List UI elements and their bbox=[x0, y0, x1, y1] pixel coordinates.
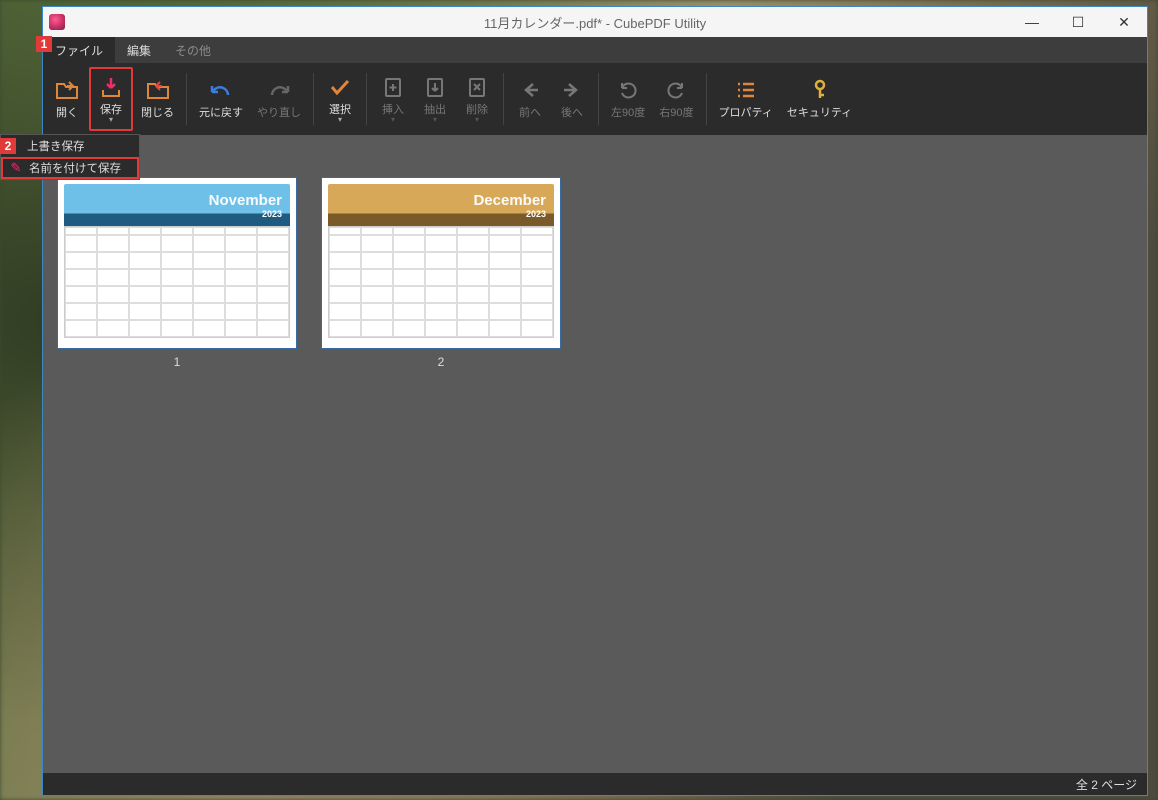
security-label: セキュリティ bbox=[787, 104, 852, 120]
key-icon bbox=[806, 78, 834, 102]
minimize-button[interactable]: — bbox=[1009, 7, 1055, 37]
redo-icon bbox=[265, 78, 293, 102]
edit-icon: ✎ bbox=[9, 161, 23, 175]
save-button[interactable]: 保存 ▾ bbox=[89, 67, 133, 131]
ribbon-separator bbox=[706, 73, 707, 125]
year-label: 2023 bbox=[262, 209, 282, 219]
overwrite-label: 上書き保存 bbox=[27, 138, 85, 154]
close-file-button[interactable]: 閉じる bbox=[135, 67, 180, 131]
undo-button[interactable]: 元に戻す bbox=[193, 67, 249, 131]
save-icon bbox=[97, 75, 125, 99]
arrow-left-icon bbox=[516, 78, 544, 102]
prev-button: 前へ bbox=[510, 67, 550, 131]
rotate-left-icon bbox=[614, 78, 642, 102]
page-thumb-2[interactable]: December 2023 2 bbox=[321, 177, 561, 369]
rotate-right-icon bbox=[662, 78, 690, 102]
dropdown-caret-icon: ▾ bbox=[433, 117, 437, 123]
menu-file[interactable]: ファイル bbox=[43, 37, 115, 63]
window-title: 11月カレンダー.pdf* - CubePDF Utility bbox=[43, 13, 1147, 32]
rotate-left-button: 左90度 bbox=[605, 67, 651, 131]
ribbon-separator bbox=[366, 73, 367, 125]
dropdown-caret-icon: ▾ bbox=[475, 117, 479, 123]
dropdown-caret-icon: ▾ bbox=[338, 117, 342, 123]
app-icon bbox=[49, 14, 65, 30]
select-button[interactable]: 選択 ▾ bbox=[320, 67, 360, 131]
page-count: 全 2 ページ bbox=[1076, 776, 1137, 793]
undo-label: 元に戻す bbox=[199, 104, 243, 120]
menu-other[interactable]: その他 bbox=[163, 37, 223, 63]
security-button[interactable]: セキュリティ bbox=[781, 67, 858, 131]
properties-button[interactable]: プロパティ bbox=[713, 67, 779, 131]
ribbon-separator bbox=[503, 73, 504, 125]
calendar-grid bbox=[328, 226, 554, 338]
annotation-2: 2 bbox=[0, 138, 16, 154]
ribbon-separator bbox=[313, 73, 314, 125]
insert-icon bbox=[379, 75, 407, 99]
arrow-right-icon bbox=[558, 78, 586, 102]
maximize-button[interactable]: ☐ bbox=[1055, 7, 1101, 37]
year-label: 2023 bbox=[526, 209, 546, 219]
annotation-1: 1 bbox=[36, 36, 52, 52]
rotate-right-label: 右90度 bbox=[659, 104, 693, 120]
delete-button[interactable]: 削除 ▾ bbox=[457, 67, 497, 131]
open-button[interactable]: 開く bbox=[47, 67, 87, 131]
ribbon-separator bbox=[186, 73, 187, 125]
folder-open-icon bbox=[53, 78, 81, 102]
folder-close-icon bbox=[144, 78, 172, 102]
extract-button[interactable]: 抽出 ▾ bbox=[415, 67, 455, 131]
delete-icon bbox=[463, 75, 491, 99]
dropdown-caret-icon: ▾ bbox=[109, 117, 113, 123]
calendar-grid bbox=[64, 226, 290, 338]
redo-label: やり直し bbox=[257, 104, 301, 120]
properties-label: プロパティ bbox=[719, 104, 773, 120]
extract-icon bbox=[421, 75, 449, 99]
check-icon bbox=[326, 75, 354, 99]
overwrite-save-item[interactable]: ⭳ 上書き保存 bbox=[1, 135, 139, 157]
rotate-left-label: 左90度 bbox=[611, 104, 645, 120]
month-label: November bbox=[209, 192, 282, 209]
page-number: 2 bbox=[438, 355, 445, 369]
menu-bar: ファイル 編集 その他 bbox=[43, 37, 1147, 63]
close-button[interactable]: ✕ bbox=[1101, 7, 1147, 37]
list-icon bbox=[732, 78, 760, 102]
page-thumb-1[interactable]: November 2023 1 bbox=[57, 177, 297, 369]
close-file-label: 閉じる bbox=[141, 104, 174, 120]
open-label: 開く bbox=[56, 104, 78, 120]
app-window: 11月カレンダー.pdf* - CubePDF Utility — ☐ ✕ ファ… bbox=[42, 6, 1148, 796]
page-number: 1 bbox=[174, 355, 181, 369]
save-dropdown: ⭳ 上書き保存 ✎ 名前を付けて保存 bbox=[0, 134, 140, 180]
rotate-right-button: 右90度 bbox=[653, 67, 699, 131]
ribbon-toolbar: 開く 保存 ▾ 閉じる 元に戻す やり直し bbox=[43, 63, 1147, 135]
insert-button[interactable]: 挿入 ▾ bbox=[373, 67, 413, 131]
month-label: December bbox=[473, 192, 546, 209]
prev-label: 前へ bbox=[519, 104, 541, 120]
status-bar: 全 2 ページ bbox=[43, 773, 1147, 795]
undo-icon bbox=[207, 78, 235, 102]
next-label: 後へ bbox=[561, 104, 583, 120]
next-button: 後へ bbox=[552, 67, 592, 131]
content-area: November 2023 1 bbox=[43, 135, 1147, 773]
menu-edit[interactable]: 編集 bbox=[115, 37, 163, 63]
save-as-item[interactable]: ✎ 名前を付けて保存 bbox=[1, 157, 139, 179]
redo-button: やり直し bbox=[251, 67, 307, 131]
save-as-label: 名前を付けて保存 bbox=[29, 160, 121, 176]
title-bar[interactable]: 11月カレンダー.pdf* - CubePDF Utility — ☐ ✕ bbox=[43, 7, 1147, 37]
ribbon-separator bbox=[598, 73, 599, 125]
dropdown-caret-icon: ▾ bbox=[391, 117, 395, 123]
